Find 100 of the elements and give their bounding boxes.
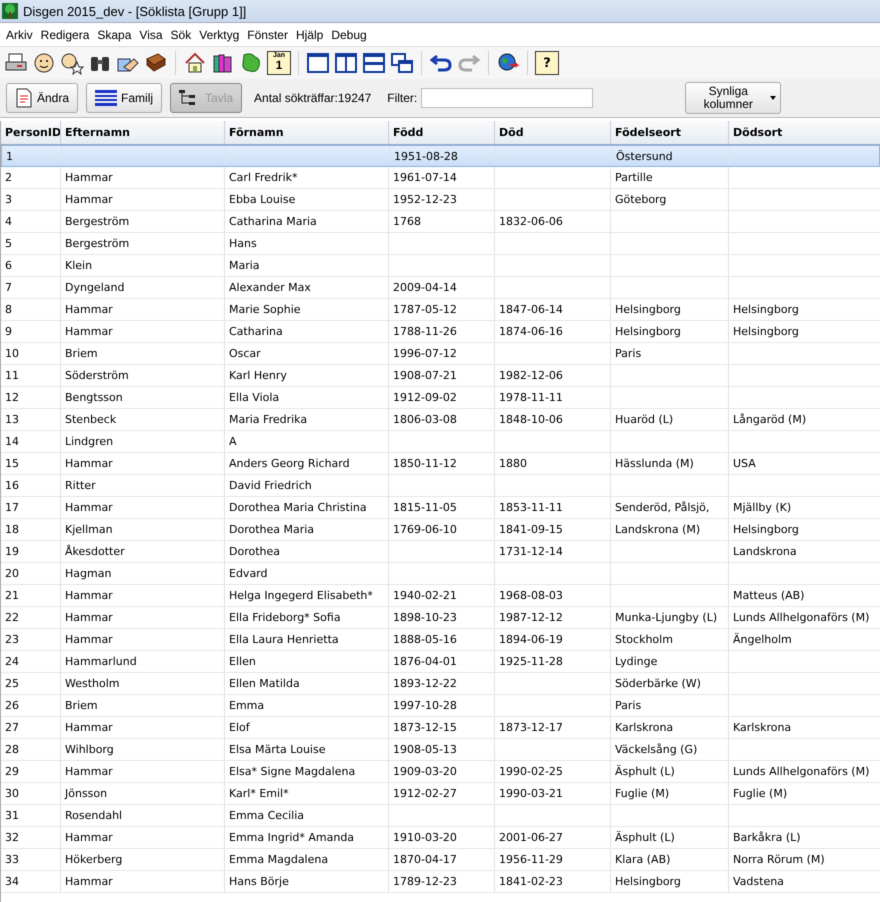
table-cell: Ella Viola (229, 391, 280, 404)
table-cell: 14 (5, 435, 19, 448)
table-cell: 18 (5, 523, 19, 536)
visible-columns-button[interactable]: Synliga kolumner (685, 82, 782, 114)
table-row[interactable]: 26 Briem Emma 1997-10-28 Paris (1, 695, 880, 717)
column-header[interactable]: Död (495, 121, 611, 144)
split-window-icon[interactable] (334, 51, 358, 75)
table-row[interactable]: 19 Åkesdotter Dorothea 1731-12-14 Landskrona (1, 541, 880, 563)
table-cell: Partille (615, 171, 653, 184)
menu-item[interactable]: Hjälp (292, 28, 328, 42)
table-row[interactable]: 6 Klein Maria (1, 255, 880, 277)
rows-window-icon[interactable] (362, 51, 386, 75)
table-row[interactable]: 15 Hammar Anders Georg Richard 1850-11-12 1880 Hässlunda (M) USA (1, 453, 880, 475)
menu-item[interactable]: Redigera (36, 28, 94, 42)
table-row[interactable]: 31 Rosendahl Emma Cecilia (1, 805, 880, 827)
hit-count: 19247 (338, 91, 372, 105)
column-header[interactable]: Född (389, 121, 495, 144)
table-row[interactable]: 4 Bergeström Catharina Maria 1768 1832-06-06 (1, 211, 880, 233)
table-cell: Alexander Max (229, 281, 311, 294)
table-row[interactable]: 27 Hammar Elof 1873-12-15 1873-12-17 Karlskrona Karlskrona (1, 717, 880, 739)
filter-field[interactable] (421, 88, 594, 108)
table-row[interactable]: 33 Hökerberg Emma Magdalena 1870-04-17 1956-11-29 Klara (AB) Norra Rörum (M) (1, 849, 880, 871)
table-row[interactable]: 8 Hammar Marie Sophie 1787-05-12 1847-06-14 Helsingborg Helsingborg (1, 299, 880, 321)
column-header[interactable]: Efternamn (61, 121, 225, 144)
table-cell: Karl* Emil* (229, 787, 289, 800)
edit-button[interactable]: Ändra (6, 83, 78, 113)
table-row[interactable]: 2 Hammar Carl Fredrik* 1961-07-14 Partille (1, 167, 880, 189)
face-icon[interactable] (32, 51, 56, 75)
table-cell: 9 (5, 325, 12, 338)
column-header[interactable]: Dödsort (729, 121, 880, 144)
table-row[interactable]: 14 Lindgren A (1, 431, 880, 453)
table-cell: Göteborg (615, 193, 666, 206)
table-cell: 24 (5, 655, 19, 668)
table-cell: 1888-05-16 (393, 633, 457, 646)
table-cell: Bengtsson (65, 391, 123, 404)
table-row[interactable]: 28 Wihlborg Elsa Märta Louise 1908-05-13 Väckelsång (G) (1, 739, 880, 761)
table-row[interactable]: 17 Hammar Dorothea Maria Christina 1815-11-05 1853-11-11 Senderöd, Pålsjö, Mjällby (K) (1, 497, 880, 519)
list-icon (95, 89, 118, 107)
table-row[interactable]: 20 Hagman Edvard (1, 563, 880, 585)
table-cell: 4 (5, 215, 12, 228)
table-row[interactable]: 10 Briem Oscar 1996-07-12 Paris (1, 343, 880, 365)
table-row[interactable]: 34 Hammar Hans Börje 1789-12-23 1841-02-23 Helsingborg Vadstena (1, 871, 880, 893)
table-row[interactable]: 24 Hammarlund Ellen 1876-04-01 1925-11-28 Lydinge (1, 651, 880, 673)
table-row[interactable]: 30 Jönsson Karl* Emil* 1912-02-27 1990-03-21 Fuglie (M) Fuglie (M) (1, 783, 880, 805)
table-row[interactable]: 16 Ritter David Friedrich (1, 475, 880, 497)
table-row[interactable]: 18 Kjellman Dorothea Maria 1769-06-10 1841-09-15 Landskrona (M) Helsingborg (1, 519, 880, 541)
menu-item[interactable]: Skapa (93, 28, 136, 42)
help-icon[interactable]: ? (535, 51, 559, 75)
table-row[interactable]: 12 Bengtsson Ella Viola 1912-09-02 1978-11-11 (1, 387, 880, 409)
table-cell: Jönsson (65, 787, 108, 800)
menu-item[interactable]: Fönster (243, 28, 292, 42)
table-row[interactable]: 13 Stenbeck Maria Fredrika 1806-03-08 1848-10-06 Huaröd (L) Långaröd (M) (1, 409, 880, 431)
table-cell: Långaröd (M) (733, 413, 806, 426)
table-cell: 1951-08-28 (394, 150, 458, 162)
menu-item[interactable]: Visa (135, 28, 167, 42)
table-row[interactable]: 5 Bergeström Hans (1, 233, 880, 255)
table-cell: Dorothea Maria (229, 523, 314, 536)
table-cell: 1908-07-21 (393, 369, 457, 382)
table-row[interactable]: 21 Hammar Helga Ingegerd Elisabeth* 1940-02-21 1968-08-03 Matteus (AB) (1, 585, 880, 607)
table-cell: Hammar (65, 875, 113, 888)
column-header[interactable]: Födelseort (611, 121, 729, 144)
table-row[interactable]: 22 Hammar Ella Frideborg* Sofia 1898-10-23 1987-12-12 Munka-Ljungby (L) Lunds Allhelgonaförs (M) (1, 607, 880, 629)
table-row[interactable]: 11 Söderström Karl Henry 1908-07-21 1982-12-06 (1, 365, 880, 387)
table-cell: 1 (6, 150, 13, 162)
table-row[interactable]: 25 Westholm Ellen Matilda 1893-12-22 Söderbärke (W) (1, 673, 880, 695)
table-row[interactable]: 3 Hammar Ebba Louise 1952-12-23 Göteborg (1, 189, 880, 211)
window-title: Disgen 2015_dev - [Söklista [Grupp 1]] (23, 4, 246, 18)
table-cell: 29 (5, 765, 19, 778)
caret-icon (770, 96, 776, 100)
table-cell: Hammar (65, 457, 113, 470)
menu-item[interactable]: Debug (327, 28, 371, 42)
family-button[interactable]: Familj (86, 83, 162, 113)
house-icon[interactable] (183, 51, 207, 75)
menu-item[interactable]: Sök (166, 28, 196, 42)
table-cell: 1850-11-12 (393, 457, 457, 470)
table-cell: Hammar (65, 193, 113, 206)
table-row[interactable]: 32 Hammar Emma Ingrid* Amanda 1910-03-20 2001-06-27 Äsphult (L) Barkåkra (L) (1, 827, 880, 849)
table-cell: Catharina Maria (229, 215, 317, 228)
star-face-icon[interactable] (60, 51, 84, 75)
table-cell: Vadstena (733, 875, 784, 888)
table-cell: 1952-12-23 (393, 193, 457, 206)
table-cell: Marie Sophie (229, 303, 301, 316)
table-cell: Briem (65, 347, 98, 360)
table-cell: Klein (65, 259, 92, 272)
cascade-window-icon[interactable] (390, 51, 414, 75)
table-cell: Helsingborg (615, 325, 681, 338)
table-row[interactable]: 23 Hammar Ella Laura Henrietta 1888-05-16 1894-06-19 Stockholm Ängelholm (1, 629, 880, 651)
table-cell: David Friedrich (229, 479, 312, 492)
table-row[interactable]: 29 Hammar Elsa* Signe Magdalena 1909-03-20 1990-02-25 Äsphult (L) Lunds Allhelgonaförs (M) (1, 761, 880, 783)
menu-item[interactable]: Verktyg (195, 28, 244, 42)
table-cell: Hökerberg (65, 853, 122, 866)
table-cell: Maria (229, 259, 260, 272)
window-icon[interactable] (306, 51, 330, 75)
table-row[interactable]: 9 Hammar Catharina 1788-11-26 1874-06-16 Helsingborg Helsingborg (1, 321, 880, 343)
table-row[interactable]: 7 Dyngeland Alexander Max 2009-04-14 (1, 277, 880, 299)
column-header[interactable]: Förnamn (225, 121, 389, 144)
table-cell: Westholm (65, 677, 120, 690)
table-cell: Mjällby (K) (733, 501, 792, 514)
menu-item[interactable]: Arkiv (2, 28, 37, 42)
selected-row[interactable]: 1 1951-08-28 Östersund (1, 145, 880, 167)
